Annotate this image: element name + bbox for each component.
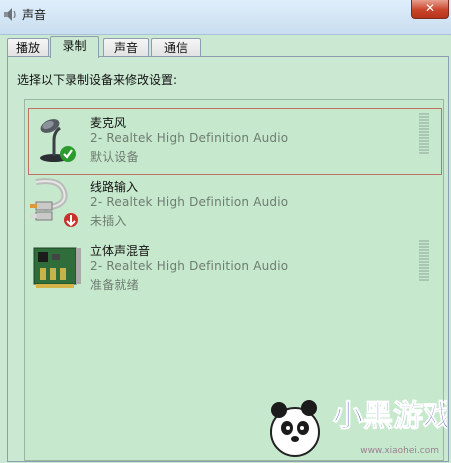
tab-communications[interactable]: 通信 [151,38,201,57]
level-meter [419,113,429,155]
window-title: 声音 [22,8,47,22]
device-item-microphone[interactable]: 麦克风 2- Realtek High Definition Audio 默认设… [25,100,443,175]
device-status: 准备就绪 [90,278,139,292]
device-driver: 2- Realtek High Definition Audio [90,259,289,273]
device-status: 未插入 [90,214,127,228]
tab-recording[interactable]: 录制 [50,36,99,58]
instruction-text: 选择以下录制设备来修改设置: [17,73,178,87]
device-status: 默认设备 [90,150,139,164]
device-item-line-in[interactable]: 线路输入 2- Realtek High Definition Audio 未插… [25,168,443,234]
tab-sounds[interactable]: 声音 [103,38,149,57]
microphone-icon [40,119,76,162]
close-button[interactable]: ✕ [411,0,449,19]
watermark-url: www.xiaohei.com [360,446,439,456]
audio-cable-icon [30,178,78,227]
device-name: 立体声混音 [90,244,151,258]
sound-card-icon [33,247,81,288]
level-meter [419,240,429,282]
device-name: 麦克风 [90,116,127,130]
speaker-icon [4,8,16,21]
watermark-logo: 小黑游戏 www.xiaohei.com [247,382,451,460]
device-driver: 2- Realtek High Definition Audio [90,131,289,145]
device-name: 线路输入 [90,180,139,194]
device-driver: 2- Realtek High Definition Audio [90,195,289,209]
device-item-stereo-mix[interactable]: 立体声混音 2- Realtek High Definition Audio 准… [25,234,443,300]
tab-playback[interactable]: 播放 [7,38,49,57]
title-bar: 声音 ✕ [0,0,451,35]
watermark-text: 小黑游戏 [333,399,447,434]
